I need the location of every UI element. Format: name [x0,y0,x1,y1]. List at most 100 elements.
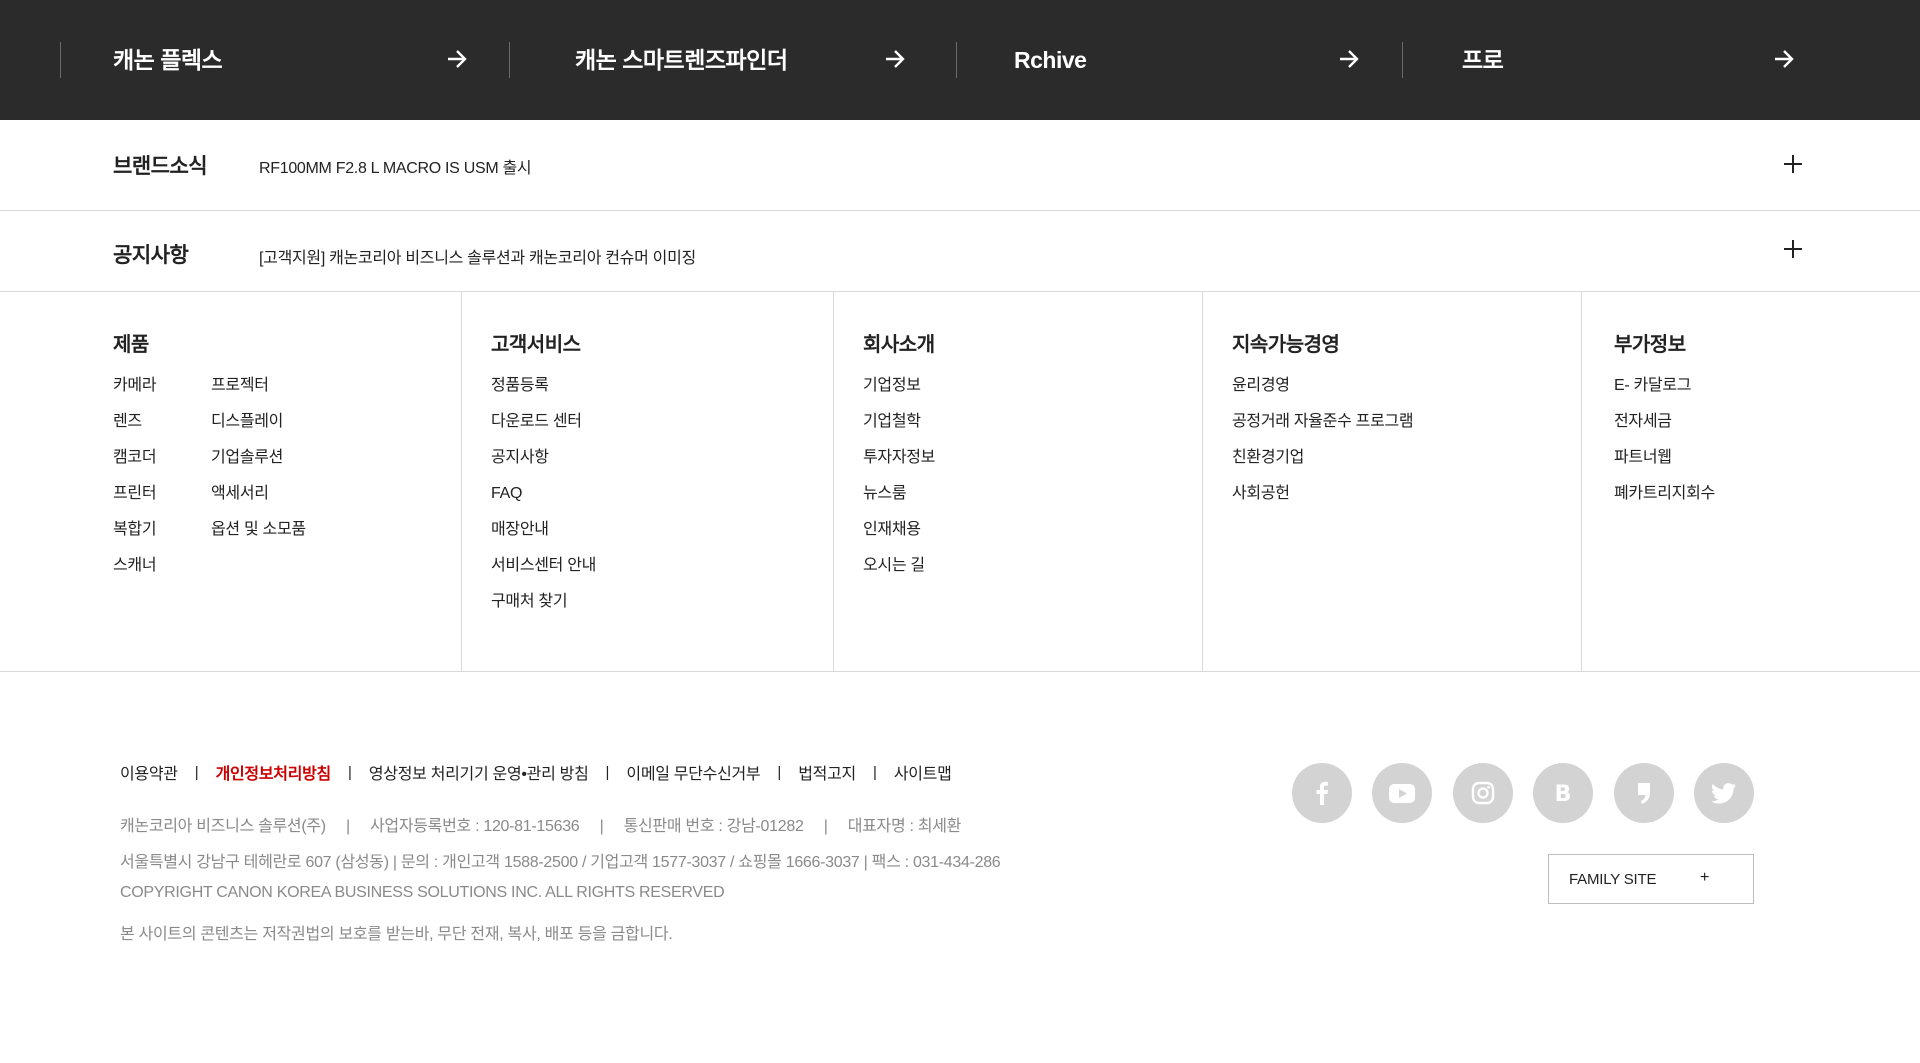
sitemap-link[interactable]: 구매처 찾기 [491,592,596,628]
link-separator: | [347,763,352,781]
column-divider [461,292,462,671]
sitemap-link[interactable]: E- 카달로그 [1614,376,1715,412]
youtube-button[interactable] [1372,763,1432,823]
sitemap-link[interactable]: 프로젝터 [211,376,306,412]
sitemap-link[interactable]: 다운로드 센터 [491,412,596,448]
sitemap-link[interactable]: 기업정보 [863,376,935,412]
terms-link[interactable]: 이용약관 [120,760,178,784]
sitemap-link[interactable]: 공정거래 자율준수 프로그램 [1232,412,1414,448]
arrow-right-icon [448,50,467,68]
facebook-button[interactable] [1292,763,1352,823]
sitemap-link[interactable]: 투자자정보 [863,448,935,484]
twitter-button[interactable] [1694,763,1754,823]
top-link-label: Rchive [1014,47,1087,73]
expand-plus-icon[interactable] [1782,153,1804,175]
sitemap-link[interactable]: 뉴스룸 [863,484,935,520]
sitemap-link[interactable]: 옵션 및 소모품 [211,520,306,556]
sitemap-link[interactable]: 기업솔루션 [211,448,306,484]
copyright-notice-line: 본 사이트의 콘텐츠는 저작권법의 보호를 받는바, 무단 전재, 복사, 배포… [120,926,673,943]
instagram-icon [1471,781,1495,805]
sitemap-link[interactable]: 기업철학 [863,412,935,448]
top-link-label: 캐논 스마트렌즈파인더 [575,47,788,73]
sitemap-company-list: 기업정보 기업철학 투자자정보 뉴스룸 인재채용 오시는 길 [863,376,935,592]
business-number: 사업자등록번호 : 120-81-15636 [369,818,580,835]
ceo-name: 대표자명 : 최세환 [847,818,962,835]
sitemap-link[interactable]: 친환경기업 [1232,448,1413,484]
twitter-icon [1711,782,1737,804]
sitemap-link[interactable]: 복합기 [113,520,157,556]
sitemap-link[interactable]: 액세서리 [211,484,306,520]
copyright-line: COPYRIGHT CANON KOREA BUSINESS SOLUTIONS… [120,884,725,901]
sitemap-link[interactable]: 프린터 [113,484,157,520]
instagram-button[interactable] [1453,763,1513,823]
email-refusal-link[interactable]: 이메일 무단수신거부 [626,760,760,784]
facebook-icon [1316,781,1328,805]
sitemap-products-title: 제품 [113,334,149,356]
svg-text:B: B [1555,782,1572,805]
sitemap-link[interactable]: 폐카트리지회수 [1614,484,1715,520]
sitemap-link[interactable]: 오시는 길 [863,556,935,592]
post-button[interactable] [1614,763,1674,823]
link-separator: | [777,763,782,781]
link-separator: | [605,763,610,781]
notice-row: 공지사항 [고객지원] 캐논코리아 비즈니스 솔루션과 캐논코리아 컨슈머 이미… [0,211,1920,292]
sitemap-link[interactable]: 렌즈 [113,412,156,448]
column-divider [833,292,834,671]
sitemap-link[interactable]: 공지사항 [491,448,596,484]
brand-news-row: 브랜드소식 RF100MM F2.8 L MACRO IS USM 출시 [0,120,1920,211]
family-site-label: FAMILY SITE [1569,871,1657,888]
sitemap-link[interactable]: 카메라 [113,376,157,412]
notice-link[interactable]: [고객지원] 캐논코리아 비즈니스 솔루션과 캐논코리아 컨슈머 이미징 [259,244,696,268]
sitemap-link[interactable]: 인재채용 [863,520,935,556]
footer-sitemap: 제품 카메라 렌즈 캠코더 프린터 복합기 스캐너 프로젝터 디스플레이 기업솔… [0,292,1920,672]
blog-button[interactable]: B [1533,763,1593,823]
company-info-line: 캐논코리아 비즈니스 솔루션(주) | 사업자등록번호 : 120-81-156… [120,812,961,836]
sitemap-link[interactable]: 전자세금 [1614,412,1715,448]
arrow-right-icon [886,50,905,68]
expand-plus-icon[interactable] [1782,238,1804,260]
company-name: 캐논코리아 비즈니스 솔루션(주) [120,818,326,835]
sitemap-extra-title: 부가정보 [1614,334,1686,356]
sitemap-sustainability-title: 지속가능경영 [1232,334,1340,356]
top-divider [509,42,510,78]
sitemap-products-list-2: 프로젝터 디스플레이 기업솔루션 액세서리 옵션 및 소모품 [211,376,306,556]
sitemap-support-title: 고객서비스 [491,334,581,356]
sitemap-link[interactable]: FAQ [491,484,596,520]
mail-order-number: 통신판매 번호 : 강남-01282 [623,818,804,835]
column-divider [1202,292,1203,671]
link-separator: | [872,763,877,781]
sitemap-sustainability-list: 윤리경영 공정거래 자율준수 프로그램 친환경기업 사회공헌 [1232,376,1414,520]
sitemap-link[interactable]: 윤리경영 [1232,376,1413,412]
blog-icon: B [1555,782,1572,805]
arrow-right-icon [1775,50,1794,68]
top-banner-bar: 캐논 플렉스 캐논 스마트렌즈파인더 Rchive 프로 [0,0,1920,120]
top-divider [956,42,957,78]
column-divider [1581,292,1582,671]
sitemap-products-list: 카메라 렌즈 캠코더 프린터 복합기 스캐너 [113,376,157,592]
sitemap-link[interactable]: 사회공헌 [1232,484,1413,520]
top-link-label: 프로 [1462,47,1504,73]
sitemap-link[interactable]: 매장안내 [491,520,596,556]
plus-icon: + [1700,869,1710,886]
brand-news-link[interactable]: RF100MM F2.8 L MACRO IS USM 출시 [259,154,532,178]
sitemap-link[interactable]: 캠코더 [113,448,157,484]
legal-notice-link[interactable]: 법적고지 [798,760,856,784]
cctv-policy-link[interactable]: 영상정보 처리기기 운영•관리 방침 [369,760,589,784]
sitemap-link[interactable]: 스캐너 [113,556,157,592]
sitemap-link[interactable]: 디스플레이 [211,412,306,448]
post-icon [1638,783,1650,804]
arrow-right-icon [1340,50,1359,68]
sitemap-link[interactable]: 정품등록 [491,376,596,412]
brand-news-title: 브랜드소식 [113,155,208,178]
top-divider [1402,42,1403,78]
address-line: 서울특별시 강남구 테헤란로 607 (삼성동) | 문의 : 개인고객 158… [120,854,1001,871]
privacy-policy-link[interactable]: 개인정보처리방침 [216,760,332,784]
link-separator: | [194,763,199,781]
sitemap-link[interactable]: 파트너웹 [1614,448,1715,484]
sitemap-link[interactable]: 서비스센터 안내 [491,556,596,592]
info-separator: | [599,818,604,835]
family-site-select[interactable]: FAMILY SITE + [1548,854,1754,904]
sitemap-link[interactable]: 사이트맵 [894,760,952,784]
info-separator: | [823,818,828,835]
top-divider [60,42,61,78]
